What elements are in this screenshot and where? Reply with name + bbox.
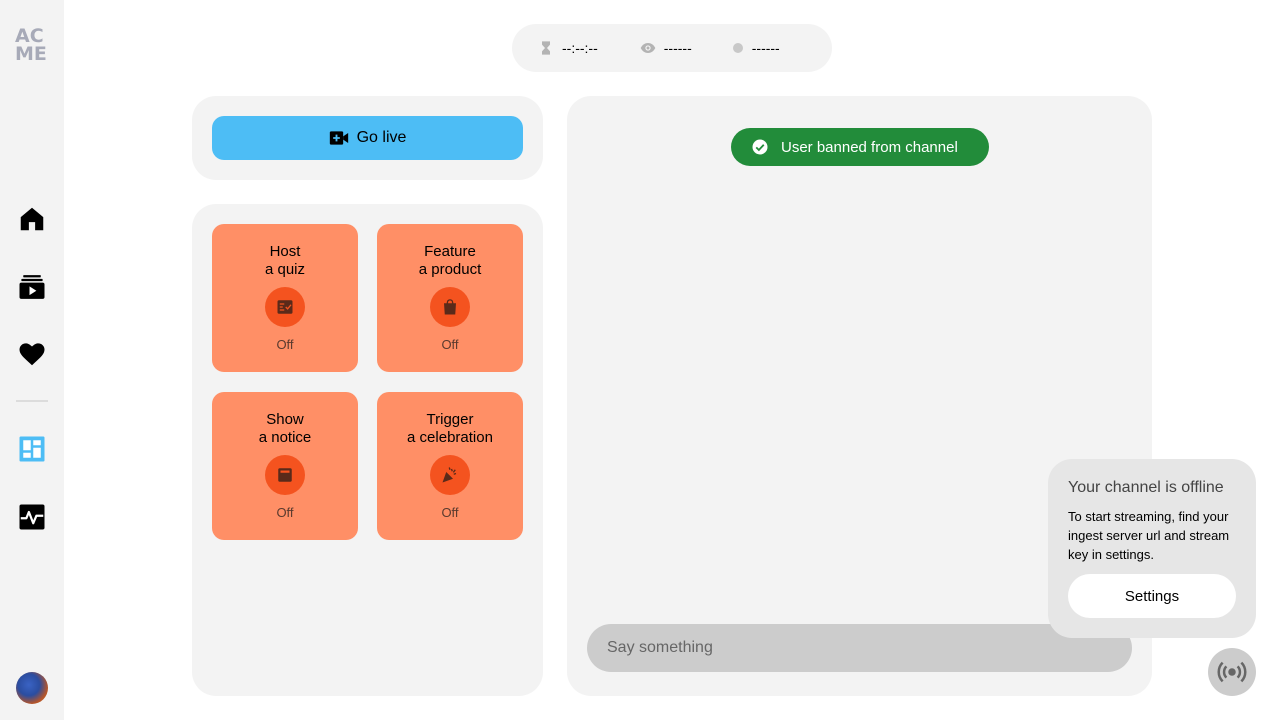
logo-line-2: ME [15, 43, 47, 65]
ban-toast: User banned from channel [731, 128, 989, 166]
stream-stats-bar: --:--:-- ------ ------ [512, 24, 832, 72]
action-state: Off [276, 505, 294, 520]
hourglass-icon [542, 41, 550, 55]
favorites-icon[interactable] [16, 338, 48, 370]
sidebar-divider [16, 400, 48, 402]
offline-text: To start streaming, find your ingest ser… [1068, 509, 1230, 562]
go-live-panel: Go live [192, 96, 543, 180]
toast-text: User banned from channel [781, 138, 958, 156]
action-title-line1: Feature [424, 243, 476, 260]
dashboard-icon[interactable] [16, 433, 48, 465]
home-icon[interactable] [16, 203, 48, 235]
chat-message-input[interactable] [587, 624, 1132, 672]
notice-icon [265, 455, 305, 495]
settings-button[interactable]: Settings [1068, 574, 1236, 618]
action-state: Off [276, 337, 294, 352]
action-title-line2: a quiz [264, 261, 306, 278]
action-title: Show a notice [212, 411, 358, 447]
go-live-label: Go live [356, 129, 407, 146]
broadcast-status-button[interactable] [1208, 648, 1256, 696]
offline-title: Your channel is offline [1068, 479, 1224, 496]
trigger-celebration-card[interactable]: Trigger a celebration Off [377, 392, 523, 540]
action-title: Host a quiz [212, 243, 358, 279]
offline-popover: Your channel is offline To start streami… [1048, 459, 1256, 638]
go-live-button[interactable]: Go live [212, 116, 523, 160]
quiz-icon [265, 287, 305, 327]
status-dot-icon [732, 43, 743, 53]
check-circle-icon [752, 139, 768, 155]
action-title-line2: a product [418, 261, 482, 278]
duration-stat: --:--:-- [538, 40, 598, 56]
status-stat: ------ [732, 40, 780, 56]
viewers-stat: ------ [640, 40, 692, 56]
eye-icon [640, 43, 656, 53]
celebration-icon [430, 455, 470, 495]
activity-icon[interactable] [16, 501, 48, 533]
sidebar: AC ME [0, 0, 64, 720]
action-title-line2: a celebration [407, 429, 493, 446]
duration-value: --:--:-- [562, 40, 598, 56]
shopping-bag-icon [430, 287, 470, 327]
action-title-line1: Trigger [426, 411, 474, 428]
show-notice-card[interactable]: Show a notice Off [212, 392, 358, 540]
user-avatar[interactable] [16, 672, 48, 704]
status-value: ------ [751, 40, 780, 56]
broadcast-icon [1217, 661, 1247, 683]
action-title-line2: a notice [258, 429, 312, 446]
action-title: Trigger a celebration [377, 411, 523, 447]
acme-logo[interactable]: AC ME [15, 27, 49, 65]
videos-icon[interactable] [16, 271, 48, 303]
action-title-line1: Host [269, 243, 301, 260]
feature-product-card[interactable]: Feature a product Off [377, 224, 523, 372]
action-state: Off [441, 337, 459, 352]
stream-actions-panel: Host a quiz Off Feature a product Off Sh… [192, 204, 543, 696]
action-title-line1: Show [266, 411, 304, 428]
action-state: Off [441, 505, 459, 520]
action-title: Feature a product [377, 243, 523, 279]
video-add-icon [329, 131, 348, 145]
viewers-value: ------ [663, 40, 692, 56]
host-quiz-card[interactable]: Host a quiz Off [212, 224, 358, 372]
